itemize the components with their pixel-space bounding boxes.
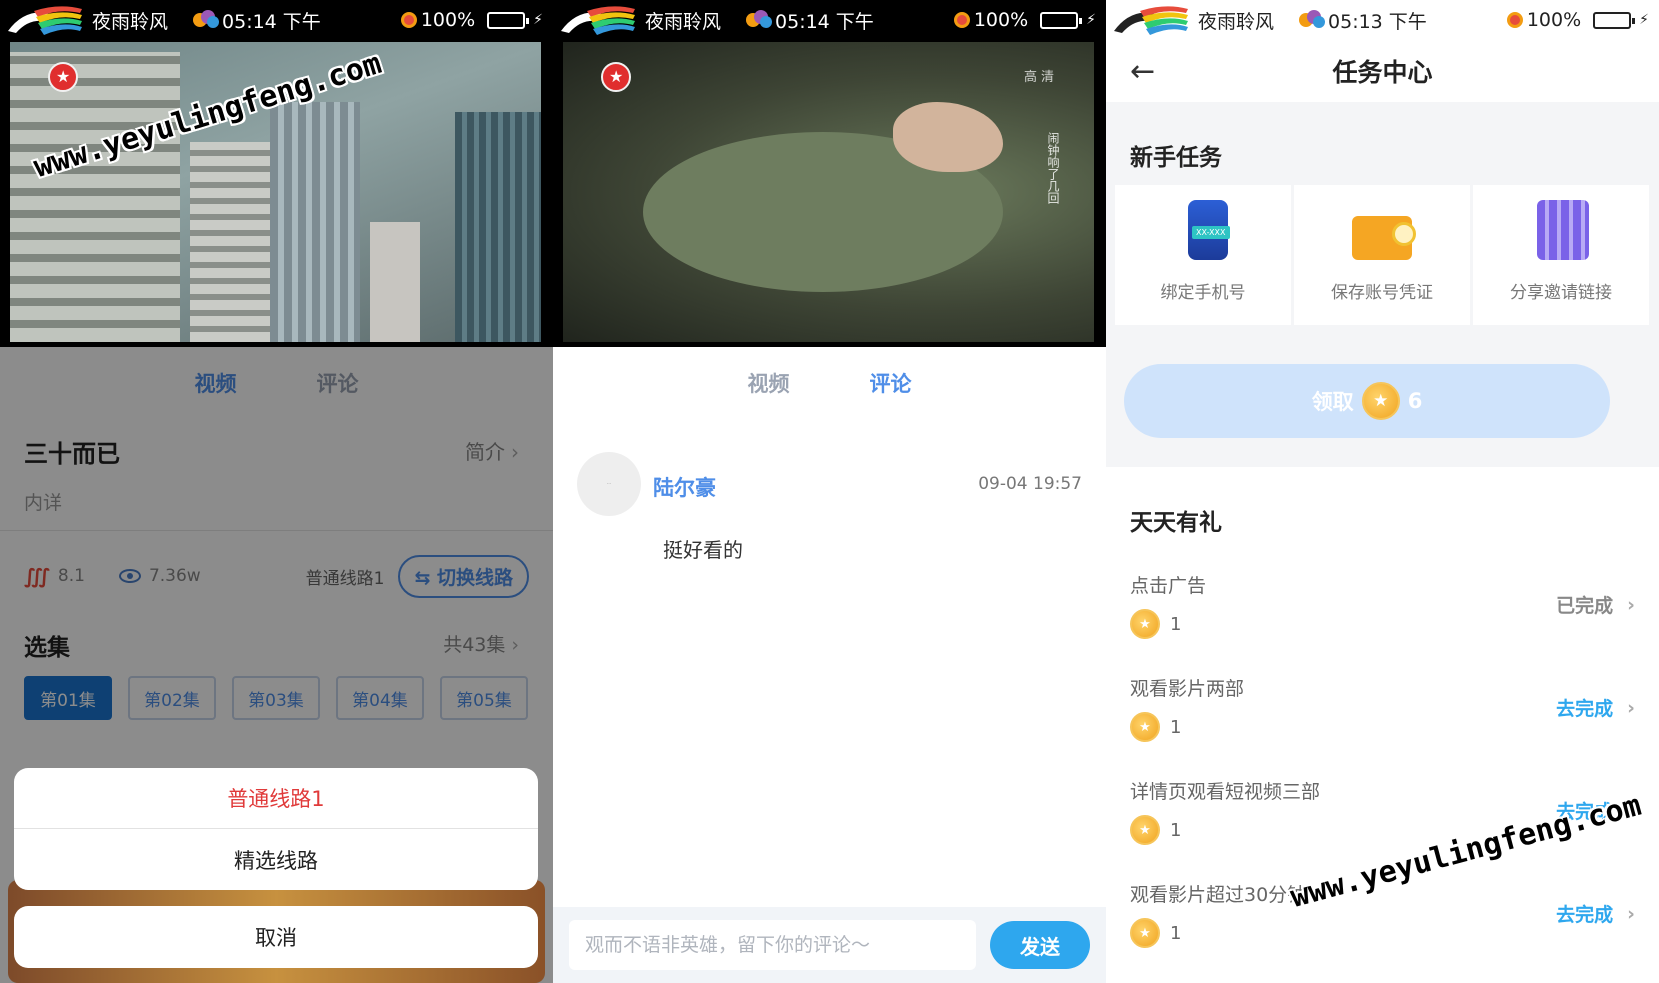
task-action-label: 去完成 [1556,698,1614,720]
task-name: 点击广告 [1130,575,1207,597]
task-action-button[interactable]: 已完成 › [1556,591,1635,618]
balloons-icon [193,10,220,28]
battery-icon [487,11,530,29]
task-card-label: 绑定手机号 [1160,283,1246,303]
back-arrow-icon[interactable]: ← [1130,54,1155,89]
tv-channel-logo-icon: ★ [601,62,631,92]
tab-bar: 视频 评论 [553,347,1106,419]
status-app-name: 夜雨聆风 [1198,10,1275,33]
charging-icon: ⚡ [1639,12,1649,28]
status-time: 05:14 下午 [222,10,321,33]
comment-time: 09-04 19:57 [978,474,1082,494]
battery-percent: 100% [973,9,1029,31]
video-subtitle: 闹钟响了几回 [1046,132,1060,204]
charging-icon: ⚡ [533,12,543,28]
daily-task-row[interactable]: 观看影片两部 ★ 1 去完成 › [1130,674,1635,777]
horse-logo-icon [561,6,635,35]
task-reward: 1 [1170,819,1182,841]
battery-percent: 100% [1526,9,1582,31]
chevron-right-icon: › [1627,902,1635,925]
task-action-label: 已完成 [1556,595,1614,617]
task-reward: 1 [1170,716,1182,738]
task-name: 详情页观看短视频三部 [1130,781,1321,803]
status-bar: 夜雨聆风 05:14 下午 100% ⚡ [0,0,553,40]
notification-icon [953,12,970,28]
certificate-icon [1352,216,1416,260]
task-card-save-credential[interactable]: 保存账号凭证 [1294,185,1470,325]
send-button[interactable]: 发送 [990,921,1090,969]
task-action-button[interactable]: 去完成 › [1556,900,1635,927]
task-center-screen: 夜雨聆风 05:13 下午 100% ⚡ ← 任务中心 新手任务 绑定手机号 保… [1106,0,1659,983]
notification-icon [400,12,417,28]
status-bar: 夜雨聆风 05:13 下午 100% ⚡ [1106,0,1659,40]
phone-icon [1188,200,1230,260]
cancel-button[interactable]: 取消 [14,906,538,968]
coin-icon: ★ [1130,918,1160,948]
task-reward: 1 [1170,613,1182,635]
chevron-right-icon: › [1627,593,1635,616]
task-card-label: 分享邀请链接 [1510,283,1612,303]
coin-icon: ★ [1130,609,1160,639]
status-time: 05:14 下午 [775,10,874,33]
claim-button[interactable]: 领取 ★ 6 [1124,364,1610,438]
top-bar: ← 任务中心 [1106,40,1659,102]
task-card-label: 保存账号凭证 [1331,283,1433,303]
tv-channel-logo-icon: ★ [48,62,78,92]
status-bar: 夜雨聆风 05:14 下午 100% ⚡ [553,0,1106,40]
task-name: 观看影片超过30分钟 [1130,884,1307,906]
task-action-button[interactable]: 去完成 › [1556,694,1635,721]
qr-code-icon [1537,200,1589,260]
avatar[interactable]: ·· [577,452,641,516]
line-action-sheet: 普通线路1 精选线路 [14,768,538,890]
charging-icon: ⚡ [1086,12,1096,28]
battery-icon [1040,11,1083,29]
video-player[interactable]: ★ 高清 闹钟响了几回 [553,40,1106,347]
line-option-normal[interactable]: 普通线路1 [14,768,538,829]
claim-label: 领取 [1311,390,1354,414]
status-time: 05:13 下午 [1328,10,1427,33]
task-name: 观看影片两部 [1130,678,1245,700]
horse-logo-icon [1114,6,1188,35]
task-reward: 1 [1170,922,1182,944]
comment-username[interactable]: 陆尔豪 [653,472,716,502]
coin-icon: ★ [1130,815,1160,845]
daily-task-row[interactable]: 观看影片超过30分钟 ★ 1 去完成 › [1130,880,1635,983]
coin-icon: ★ [1130,712,1160,742]
balloons-icon [1299,10,1326,28]
chevron-right-icon: › [1627,696,1635,719]
status-app-name: 夜雨聆风 [92,10,169,33]
daily-task-row[interactable]: 点击广告 ★ 1 已完成 › [1130,571,1635,674]
page-title: 任务中心 [1332,58,1433,87]
task-card-share-invite[interactable]: 分享邀请链接 [1473,185,1649,325]
battery-icon [1593,11,1636,29]
coin-icon: ★ [1361,382,1400,420]
newbie-section-title: 新手任务 [1130,145,1222,171]
daily-section-title: 天天有礼 [1130,510,1222,536]
line-option-premium[interactable]: 精选线路 [14,829,538,890]
tab-comment[interactable]: 评论 [870,368,912,398]
task-card-bind-phone[interactable]: 绑定手机号 [1115,185,1291,325]
task-action-label: 去完成 [1556,904,1614,926]
status-app-name: 夜雨聆风 [645,10,722,33]
comment-input[interactable] [569,920,976,970]
comment-text: 挺好看的 [663,538,743,562]
battery-percent: 100% [420,9,476,31]
claim-amount: 6 [1407,389,1423,413]
daily-task-section: 天天有礼 点击广告 ★ 1 已完成 › 观看影片两部 ★ 1 去完成 › 详情页观看短视… [1106,467,1659,983]
balloons-icon [746,10,773,28]
comment-input-bar: 发送 [553,907,1106,983]
notification-icon [1506,12,1523,28]
comment-screen: 夜雨聆风 05:14 下午 100% ⚡ ★ 高清 闹钟响了几回 视频 评论 ·… [553,0,1106,983]
tab-video[interactable]: 视频 [748,368,790,398]
hd-badge: 高清 [1023,70,1058,85]
video-detail-screen: 夜雨聆风 05:14 下午 100% ⚡ ★ www.yeyulingfeng.… [0,0,553,983]
horse-logo-icon [8,6,82,35]
